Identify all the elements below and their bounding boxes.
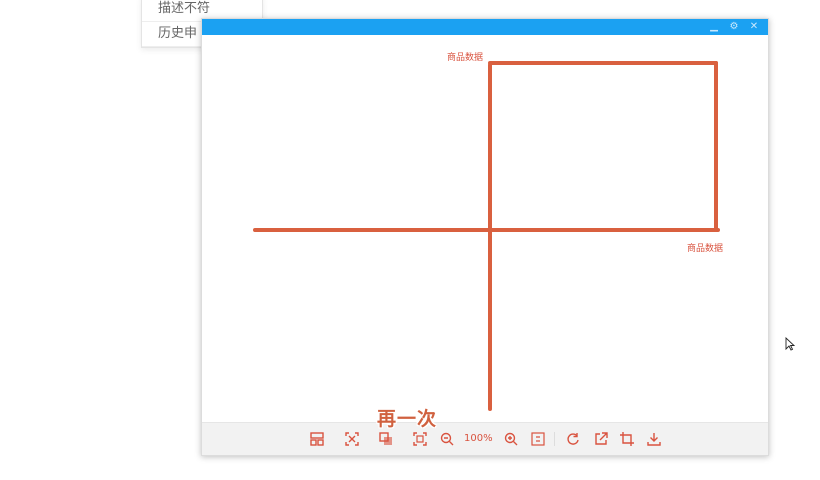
zoom-out-icon[interactable] <box>438 430 456 448</box>
top-axis-label: 商品数据 <box>447 53 484 63</box>
fit-icon[interactable] <box>343 430 361 448</box>
viewer-toolbar: 100% <box>202 422 768 455</box>
viewer-title-bar: ▁ ⚙ ✕ <box>202 19 768 35</box>
original-size-icon[interactable] <box>377 430 395 448</box>
zoom-level: 100% <box>464 433 493 444</box>
mouse-cursor-icon <box>785 337 795 351</box>
toolbar-separator <box>554 432 555 446</box>
crop-icon[interactable] <box>618 430 636 448</box>
open-external-icon[interactable] <box>592 430 610 448</box>
layout-icon[interactable] <box>308 430 326 448</box>
close-icon[interactable]: ✕ <box>748 21 760 33</box>
actual-ratio-icon[interactable] <box>529 430 547 448</box>
right-axis-label: 商品数据 <box>687 244 724 254</box>
full-screen-icon[interactable] <box>411 430 429 448</box>
image-canvas[interactable]: 商品数据 商品数据 <box>202 35 768 423</box>
settings-icon[interactable]: ⚙ <box>728 21 740 33</box>
download-icon[interactable] <box>645 430 663 448</box>
rotate-icon[interactable] <box>564 430 582 448</box>
sketch-drawing <box>253 61 720 411</box>
image-viewer-window: ▁ ⚙ ✕ 商品数据 商品数据 100% <box>201 18 769 456</box>
zoom-in-icon[interactable] <box>502 430 520 448</box>
minimize-icon[interactable]: ▁ <box>708 21 720 33</box>
subtitle-caption: 再一次 <box>377 408 438 430</box>
